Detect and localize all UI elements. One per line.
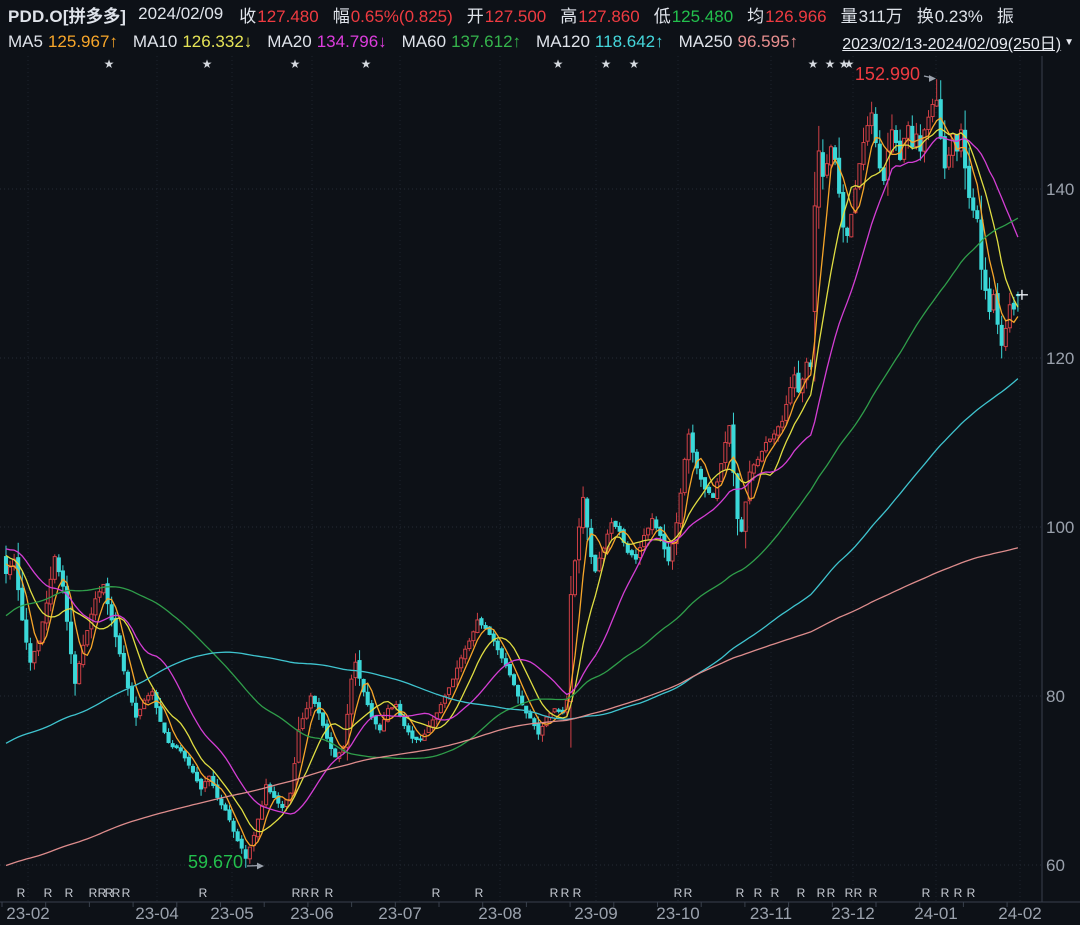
y-axis-label: 100 (1046, 518, 1074, 537)
trend-up-icon: ↑ (789, 32, 799, 51)
x-axis-label: 23-09 (574, 904, 617, 923)
dropdown-arrow-icon: ▼ (1064, 36, 1074, 48)
trend-up-icon: ↑ (109, 32, 118, 51)
quote-field-close: 收127.480 (239, 6, 319, 26)
quote-field-low: 低125.480 (653, 6, 734, 26)
x-axis-label: 23-07 (378, 904, 421, 923)
dividend-r-marker: R (771, 886, 780, 900)
event-star-icon: ★ (825, 57, 836, 71)
event-star-icon: ★ (601, 57, 612, 71)
quote-field-volume: 量311万 (840, 6, 903, 26)
x-axis-label: 23-02 (6, 904, 49, 923)
dividend-r-marker: R (736, 886, 745, 900)
dividend-r-marker: R (301, 886, 310, 900)
ma120-legend: MA120 118.642↑ (536, 32, 664, 51)
dividend-r-marker: R (684, 886, 693, 900)
date-range-selector[interactable]: 2023/02/13-2024/02/09(250日) ▼ (842, 30, 1074, 54)
dividend-r-marker: R (122, 886, 131, 900)
dividend-r-marker: R (475, 886, 484, 900)
ma60-legend: MA60 137.612↑ (401, 32, 522, 51)
trend-up-icon: ↑ (512, 32, 522, 51)
x-axis-label: 23-11 (750, 904, 792, 923)
dividend-r-marker: R (967, 886, 976, 900)
dividend-r-marker: R (754, 886, 763, 900)
dividend-r-marker: R (550, 886, 559, 900)
dividend-r-marker: R (311, 886, 320, 900)
dividend-r-marker: R (112, 886, 121, 900)
dividend-r-marker: R (561, 886, 570, 900)
dividend-r-marker: R (869, 886, 878, 900)
y-axis-label: 60 (1046, 856, 1065, 875)
x-axis-label: 23-08 (478, 904, 521, 923)
dividend-r-marker: R (89, 886, 98, 900)
candlestick-chart[interactable]: 140 120 100 80 60 23-02 23-04 23-05 23-06 23-07 23… (0, 0, 1080, 925)
date-range-label: 2023/02/13-2024/02/09(250日) (842, 36, 1062, 53)
x-axis-label: 23-05 (210, 904, 253, 923)
event-star-icon: ★ (104, 57, 115, 71)
x-axis-label: 23-10 (656, 904, 699, 923)
ma20-legend: MA20 134.796↓ (267, 32, 387, 51)
x-axis-label: 23-06 (290, 904, 333, 923)
trend-down-icon: ↓ (243, 32, 253, 51)
low-price-annotation: 59.670 (188, 852, 243, 872)
x-axis-label: 23-12 (831, 904, 874, 923)
dividend-r-marker: R (954, 886, 963, 900)
ma250-legend: MA250 96.595↑ (678, 32, 799, 51)
x-axis-label: 23-04 (135, 904, 178, 923)
quote-date: 2024/02/09 (138, 4, 224, 23)
quote-field-change: 幅0.65%(0.825) (332, 6, 453, 26)
dividend-r-marker: R (941, 886, 950, 900)
event-star-icon: ★ (361, 57, 372, 71)
event-star-icon: ★ (290, 57, 301, 71)
high-price-annotation: 152.990 (855, 64, 920, 84)
event-star-icon: ★ (202, 57, 213, 71)
dividend-r-marker: R (817, 886, 826, 900)
dividend-r-marker: R (797, 886, 806, 900)
ma-legend-bar: MA5 125.967↑ MA10 126.332↓ MA20 134.796↓ MA… (0, 28, 1080, 56)
dividend-r-marker: R (674, 886, 683, 900)
symbol-name: PDD.O[拼多多] (8, 6, 127, 26)
x-axis-label: 24-01 (914, 904, 957, 923)
dividend-r-marker: R (432, 886, 441, 900)
y-axis-label: 140 (1046, 180, 1074, 199)
dividend-r-marker: R (199, 886, 208, 900)
quote-field-high: 高127.860 (560, 6, 640, 26)
dividend-r-marker: R (854, 886, 863, 900)
dividend-r-marker: R (325, 886, 334, 900)
quote-field-avg: 均126.966 (747, 6, 827, 26)
dividend-r-marker: R (17, 886, 26, 900)
event-star-icon: ★ (808, 57, 819, 71)
event-star-icon: ★ (844, 57, 855, 71)
y-axis-label: 120 (1046, 349, 1074, 368)
ma5-legend: MA5 125.967↑ (8, 32, 118, 51)
dividend-r-marker: R (65, 886, 74, 900)
event-star-icon: ★ (629, 57, 640, 71)
dividend-r-marker: R (827, 886, 836, 900)
trend-down-icon: ↓ (378, 32, 387, 51)
trend-up-icon: ↑ (655, 32, 664, 51)
event-star-icon: ★ (553, 57, 564, 71)
quote-header: PDD.O[拼多多] 2024/02/09 收127.480 幅0.65%(0.… (0, 0, 1080, 28)
dividend-r-marker: R (845, 886, 854, 900)
dividend-r-marker: R (922, 886, 931, 900)
y-axis-label: 80 (1046, 687, 1065, 706)
dividend-r-marker: R (292, 886, 301, 900)
ma10-legend: MA10 126.332↓ (132, 32, 253, 51)
x-axis-label: 24-02 (998, 904, 1041, 923)
quote-field-open: 开127.500 (466, 6, 547, 26)
quote-field-turnover: 换0.23% (916, 6, 983, 26)
dividend-r-marker: R (44, 886, 53, 900)
dividend-r-marker: R (573, 886, 582, 900)
quote-field-amplitude: 振 (996, 6, 1014, 26)
